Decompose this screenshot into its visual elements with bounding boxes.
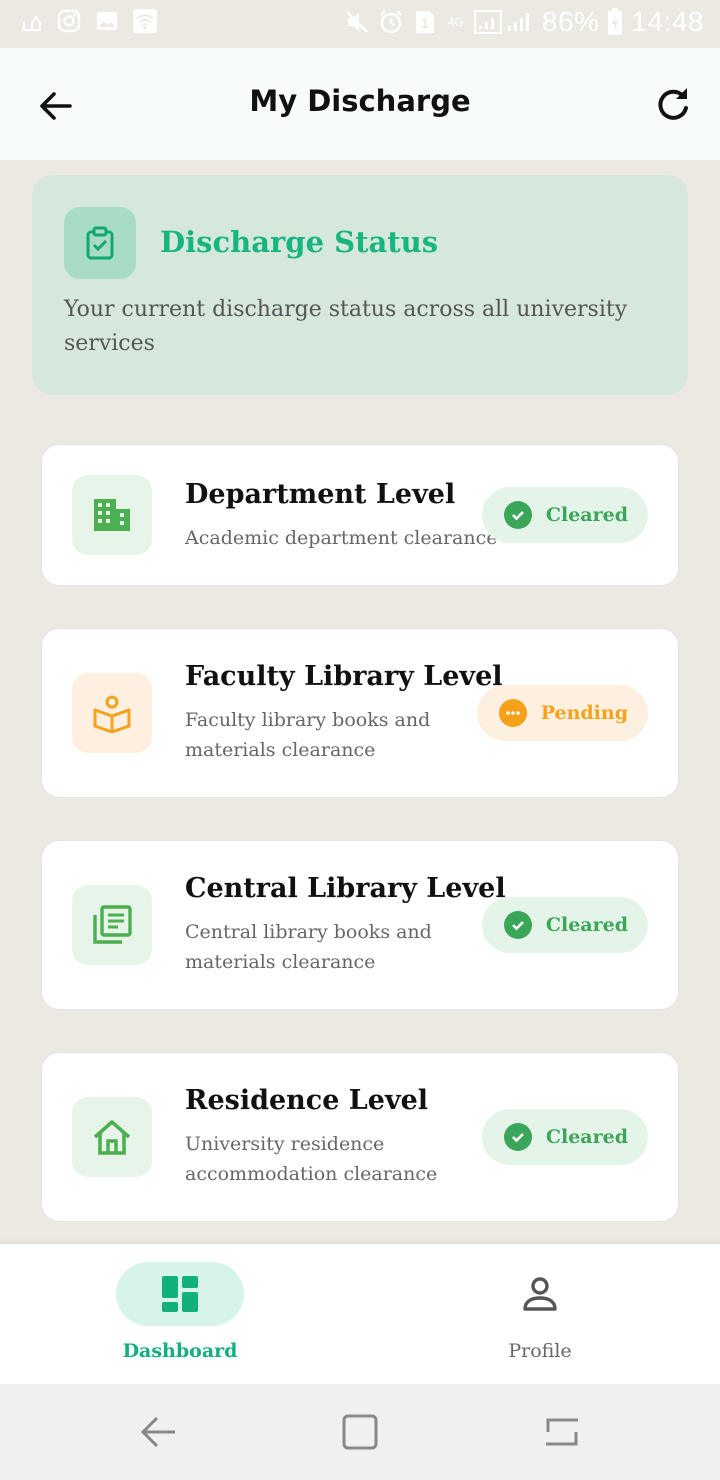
- library-books-icon: [72, 885, 152, 965]
- nav-item-profile[interactable]: Profile: [440, 1262, 640, 1372]
- status-badge: Cleared: [481, 487, 648, 543]
- level-title: Residence Level: [185, 1085, 429, 1116]
- nav-label: Profile: [508, 1340, 572, 1362]
- person-icon: [523, 1277, 557, 1311]
- wifi-hotspot-icon: [132, 8, 158, 34]
- level-title: Central Library Level: [185, 873, 506, 904]
- building-icon: [72, 475, 152, 555]
- system-navigation-bar: [0, 1384, 720, 1480]
- mosque-icon: [18, 8, 44, 34]
- discharge-status-card: Discharge Status Your current discharge …: [32, 175, 688, 395]
- recents-icon: [546, 1418, 578, 1446]
- check-circle-icon: [503, 501, 532, 529]
- sim-icon: 1: [412, 9, 438, 35]
- check-circle-icon: [503, 911, 532, 939]
- svg-text:1: 1: [421, 15, 429, 31]
- book-reader-icon: [72, 673, 152, 753]
- dashboard-icon: [162, 1276, 198, 1312]
- page-title: My Discharge: [249, 84, 471, 118]
- square-icon: [342, 1414, 378, 1450]
- home-icon: [72, 1097, 152, 1177]
- back-arrow-icon: [140, 1416, 175, 1448]
- status-badge: Cleared: [481, 1109, 648, 1165]
- level-description: Academic department clearance: [185, 527, 498, 549]
- status-badge: Cleared: [481, 897, 648, 953]
- nav-label: Dashboard: [122, 1340, 238, 1362]
- mute-icon: [344, 9, 370, 35]
- level-description: Faculty library books and materials clea…: [185, 709, 431, 761]
- refresh-button[interactable]: [650, 82, 694, 126]
- alarm-icon: [378, 9, 404, 35]
- refresh-icon: [658, 88, 688, 120]
- level-description: University residence accommodation clear…: [185, 1133, 438, 1185]
- level-card-faculty-library[interactable]: Faculty Library Level Faculty library bo…: [41, 628, 679, 798]
- check-circle-icon: [503, 1123, 532, 1151]
- app-bar: My Discharge: [0, 48, 720, 160]
- more-horizontal-icon: [498, 699, 527, 727]
- clipboard-check-icon: [64, 207, 136, 279]
- level-description: Central library books and materials clea…: [185, 921, 432, 973]
- level-title: Faculty Library Level: [185, 661, 503, 692]
- network-type-icon: 4G: [447, 14, 464, 29]
- status-bar: 1 4G 86% 14:48: [0, 0, 720, 48]
- battery-charging-icon: [607, 8, 623, 35]
- system-recents-button[interactable]: [542, 1412, 582, 1452]
- level-card-residence[interactable]: Residence Level University residence acc…: [41, 1052, 679, 1222]
- bottom-navigation: Dashboard Profile: [0, 1244, 720, 1384]
- level-card-central-library[interactable]: Central Library Level Central library bo…: [41, 840, 679, 1010]
- signal-icon: [473, 9, 534, 35]
- level-title: Department Level: [185, 479, 456, 510]
- system-back-button[interactable]: [139, 1412, 179, 1452]
- nav-item-dashboard[interactable]: Dashboard: [80, 1262, 280, 1372]
- status-badge: Pending: [476, 685, 648, 741]
- clock: 14:48: [631, 6, 704, 37]
- gallery-icon: [94, 8, 120, 34]
- system-home-button[interactable]: [340, 1412, 380, 1452]
- summary-description: Your current discharge status across all…: [64, 297, 628, 356]
- summary-title: Discharge Status: [160, 225, 439, 259]
- battery-percent: 86%: [541, 6, 600, 37]
- instagram-icon: [56, 8, 82, 34]
- nav-indicator: [116, 1262, 244, 1326]
- level-card-department[interactable]: Department Level Academic department cle…: [41, 444, 679, 586]
